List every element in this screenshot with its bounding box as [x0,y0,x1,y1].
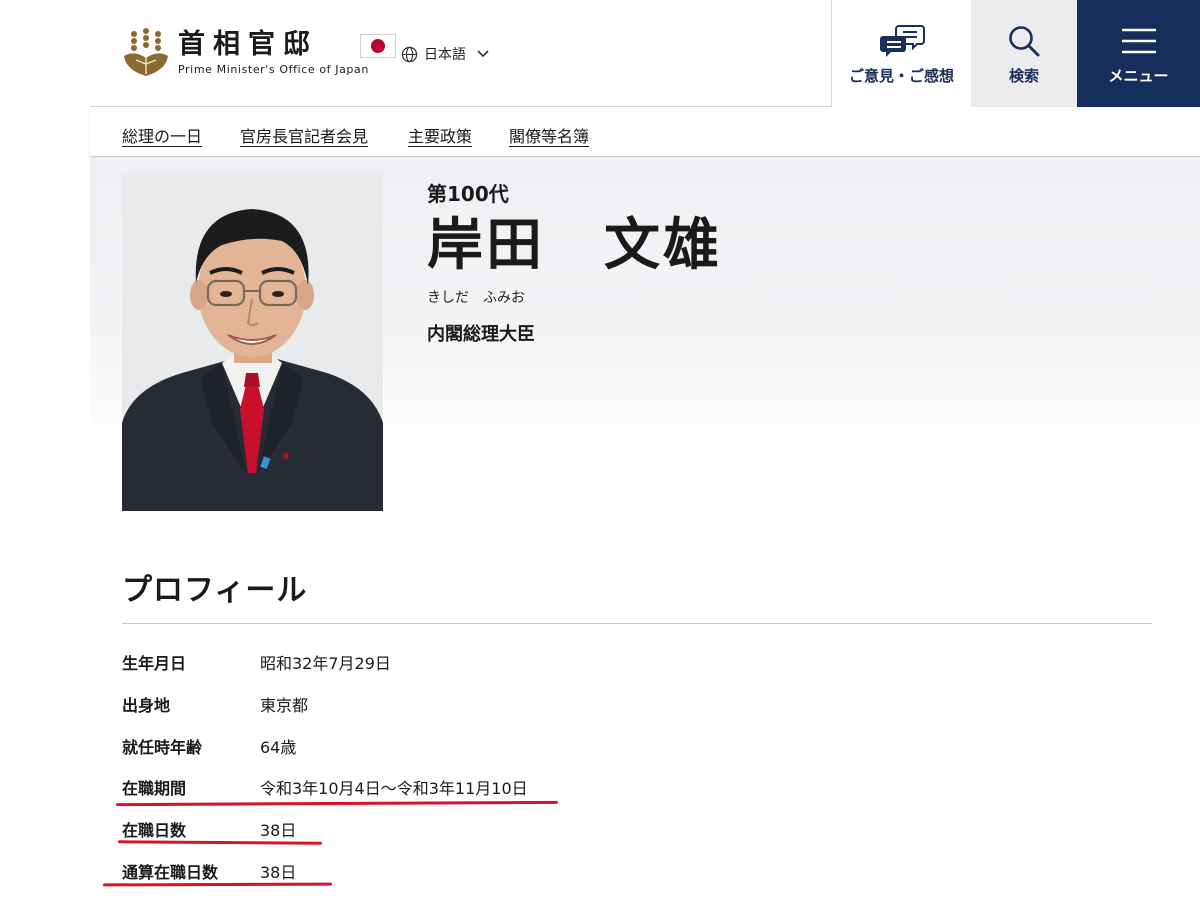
language-label: 日本語 [424,47,466,63]
profile-value: 昭和32年7月29日 [260,654,391,673]
nav-item-major-policies[interactable]: 主要政策 [408,123,472,147]
nav-item-cabinet-list[interactable]: 閣僚等名簿 [509,123,589,147]
highlight-underline [115,800,559,807]
paulownia-emblem-icon [124,28,168,76]
profile-value: 令和3年10月4日〜令和3年11月10日 [260,779,528,798]
profile-label: 在職期間 [122,779,187,798]
search-button[interactable]: 検索 [971,0,1077,107]
menu-button[interactable]: メニュー [1077,0,1200,107]
hamburger-menu-icon [1121,28,1156,54]
profile-label: 就任時年齢 [122,738,203,757]
profile-label: 在職日数 [122,821,187,840]
highlight-underline [102,882,333,887]
site-header: 首相官邸 Prime Minister's Office of Japan 日本… [90,0,1200,107]
profile-divider [122,623,1152,624]
profile-value: 64歳 [260,738,297,757]
profile-label: 出身地 [122,696,171,715]
globe-icon [401,46,418,62]
japan-flag-icon [360,34,396,58]
site-logo[interactable]: 首相官邸 Prime Minister's Office of Japan [120,28,396,80]
nav-item-press-conference[interactable]: 官房長官記者会見 [240,123,368,147]
pm-name-reading: きしだ ふみお [427,290,525,306]
logo-english-text: Prime Minister's Office of Japan [178,63,369,76]
chevron-down-icon [477,50,489,58]
global-nav: 総理の一日 官房長官記者会見 主要政策 閣僚等名簿 [90,107,1200,157]
highlight-underline [117,840,323,845]
opinion-label: ご意見・ご感想 [848,67,954,85]
opinion-button[interactable]: ご意見・ご感想 [831,0,971,107]
search-label: 検索 [1008,67,1039,85]
menu-label: メニュー [1108,67,1169,85]
profile-value: 38日 [260,863,297,882]
pm-ordinal: 第100代 [427,182,509,206]
speech-bubbles-icon [879,25,925,57]
pm-name: 岸田 文雄 [427,212,722,278]
nav-item-pm-daily[interactable]: 総理の一日 [122,123,202,147]
profile-label: 通算在職日数 [122,863,219,882]
language-selector[interactable]: 日本語 [401,43,490,65]
profile-label: 生年月日 [122,654,187,673]
profile-heading: プロフィール [122,573,308,608]
pm-title: 内閣総理大臣 [427,324,535,345]
prime-minister-portrait [122,173,383,511]
profile-value: 東京都 [260,696,309,715]
logo-japanese-text: 首相官邸 [178,29,318,60]
profile-value: 38日 [260,821,297,840]
search-icon [1009,26,1040,57]
